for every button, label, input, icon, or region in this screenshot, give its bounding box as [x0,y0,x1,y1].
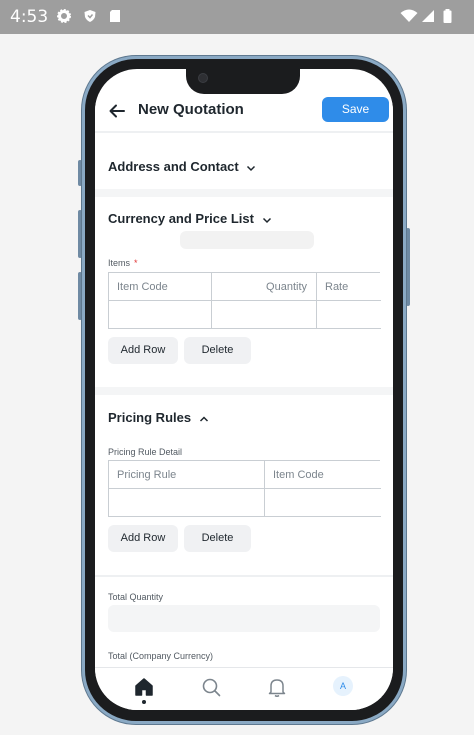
items-delete-button[interactable]: Delete [184,337,251,364]
status-bar: 4:53 [0,0,474,34]
section-pricing-title: Pricing Rules [108,410,192,425]
chevron-down-icon [247,165,256,171]
items-empty-cell[interactable] [212,301,317,329]
sd-card-icon [110,10,120,22]
items-label: Items * [108,258,138,268]
items-col-quantity: Quantity [212,273,317,301]
shield-icon [84,10,96,22]
divider [95,575,393,577]
section-divider [95,189,393,197]
power-button [406,228,410,306]
pricing-add-row-button[interactable]: Add Row [108,525,178,552]
section-divider [95,387,393,395]
arrow-left-icon[interactable] [107,101,127,121]
status-time: 4:53 [10,7,49,27]
section-currency-title: Currency and Price List [108,211,254,226]
total-quantity-label: Total Quantity [108,592,164,602]
pricing-rule-detail-label: Pricing Rule Detail [108,447,183,457]
items-empty-cell[interactable] [317,301,381,329]
avatar[interactable]: A [333,676,353,696]
items-add-row-button[interactable]: Add Row [108,337,178,364]
pricing-empty-cell[interactable] [265,489,381,517]
app-bar: New Quotation Save [95,93,393,131]
active-tab-indicator [142,700,146,704]
pricing-empty-cell[interactable] [109,489,265,517]
items-empty-cell[interactable] [109,301,212,329]
items-col-item-code: Item Code [109,273,212,301]
app-screen: New Quotation Save Address and Contact C… [95,69,393,710]
items-col-rate: Rate [317,273,381,301]
battery-icon [443,9,452,23]
items-label-text: Items [108,258,131,268]
gear-icon [57,9,71,23]
search-icon[interactable] [200,676,222,698]
divider [95,131,393,133]
section-address-title: Address and Contact [108,159,239,174]
bottom-nav: A [95,667,393,710]
chevron-up-icon [199,416,208,422]
bell-icon[interactable] [266,676,288,698]
chevron-down-icon [262,217,271,223]
total-company-currency-label: Total (Company Currency) [108,651,214,661]
pricing-delete-button[interactable]: Delete [184,525,251,552]
faded-toast [180,231,314,249]
save-button[interactable]: Save [322,97,389,122]
pricing-rules-table: Pricing Rule Item Code [108,460,381,517]
items-table: Item Code Quantity Rate [108,272,381,329]
pricing-col-item-code: Item Code [265,461,381,489]
pricing-col-pricing-rule: Pricing Rule [109,461,265,489]
section-address-toggle[interactable]: Address and Contact [108,159,256,174]
wifi-icon [400,9,418,22]
front-camera [198,73,208,83]
page-title: New Quotation [138,101,244,118]
section-currency-toggle[interactable]: Currency and Price List [108,211,272,226]
section-pricing-toggle[interactable]: Pricing Rules [108,410,209,425]
required-mark: * [134,258,138,268]
signal-icon [422,10,434,22]
total-quantity-field[interactable] [108,605,380,632]
home-icon[interactable] [133,676,155,698]
